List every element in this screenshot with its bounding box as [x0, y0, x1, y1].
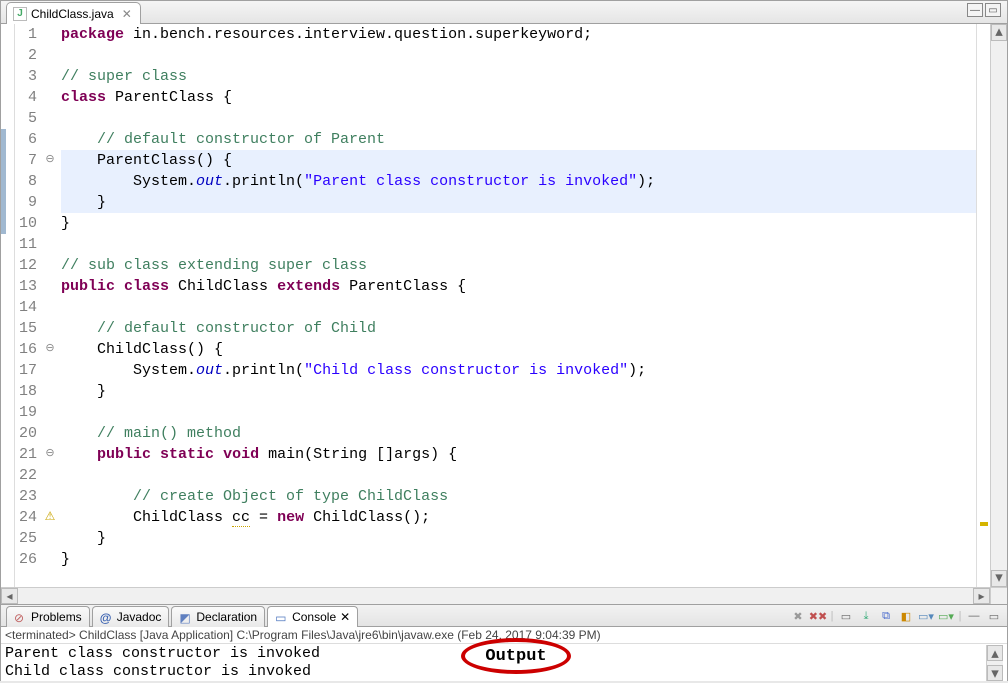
close-icon[interactable]: ✕	[340, 610, 350, 624]
overview-ruler[interactable]	[976, 24, 990, 587]
tab-declaration-label: Declaration	[196, 610, 257, 624]
scroll-down-icon[interactable]: ▾	[987, 665, 1003, 681]
code-area[interactable]: 1234567891011121314151617181920212223242…	[1, 24, 1007, 587]
editor-panel: J ChildClass.java ✕ — ▭ 1234567891011121…	[1, 1, 1007, 605]
declaration-icon	[179, 611, 192, 624]
line-number-column: 1234567891011121314151617181920212223242…	[15, 24, 43, 587]
editor-tab-label: ChildClass.java	[31, 7, 114, 21]
display-selected-icon[interactable]: ◧	[897, 607, 915, 625]
new-console-icon[interactable]: ▭▾	[937, 607, 955, 625]
scroll-up-icon[interactable]: ▴	[991, 24, 1007, 41]
scroll-corner	[990, 588, 1007, 604]
clear-console-icon[interactable]: ▭	[837, 607, 855, 625]
editor-window-controls: — ▭	[967, 3, 1001, 17]
separator: |	[957, 607, 963, 625]
horizontal-scrollbar[interactable]: ◂ ▸	[1, 587, 1007, 604]
editor-tab-bar: J ChildClass.java ✕ — ▭	[1, 1, 1007, 24]
minimize-view-icon[interactable]: —	[965, 607, 983, 625]
editor-tab-childclass[interactable]: J ChildClass.java ✕	[6, 2, 141, 24]
bottom-tab-bar: Problems Javadoc Declaration Console ✕ ✖…	[1, 605, 1007, 627]
code-text[interactable]: package in.bench.resources.interview.que…	[57, 24, 976, 587]
tab-problems[interactable]: Problems	[6, 606, 90, 627]
folding-column: ⊖⊖⊖⚠	[43, 24, 57, 587]
remove-all-icon[interactable]: ✖✖	[809, 607, 827, 625]
scroll-up-icon[interactable]: ▴	[987, 645, 1003, 661]
remove-launch-icon[interactable]: ✖	[789, 607, 807, 625]
scroll-down-icon[interactable]: ▾	[991, 570, 1007, 587]
tab-problems-label: Problems	[31, 610, 82, 624]
maximize-view-icon[interactable]: ▭	[985, 607, 1003, 625]
tab-javadoc-label: Javadoc	[117, 610, 162, 624]
scroll-right-icon[interactable]: ▸	[973, 588, 990, 604]
console-output: Parent class constructor is invoked Chil…	[5, 645, 986, 681]
tab-console[interactable]: Console ✕	[267, 606, 358, 627]
close-icon[interactable]: ✕	[122, 7, 132, 21]
console-vertical-scrollbar[interactable]: ▴ ▾	[986, 645, 1003, 681]
tab-javadoc[interactable]: Javadoc	[92, 606, 170, 627]
tab-declaration[interactable]: Declaration	[171, 606, 265, 627]
tab-console-label: Console	[292, 610, 336, 624]
scroll-track[interactable]	[18, 588, 973, 604]
console-toolbar: ✖ ✖✖ | ▭ ⤓ ⧉ ◧ ▭▾ ▭▾ | — ▭	[789, 607, 1003, 625]
java-file-icon: J	[13, 7, 27, 21]
scroll-lock-icon[interactable]: ⤓	[857, 607, 875, 625]
minimize-button[interactable]: —	[967, 3, 983, 17]
javadoc-icon	[100, 611, 113, 624]
scroll-left-icon[interactable]: ◂	[1, 588, 18, 604]
console-body[interactable]: Parent class constructor is invoked Chil…	[1, 644, 1007, 682]
console-icon	[275, 611, 288, 624]
separator: |	[829, 607, 835, 625]
console-status: <terminated> ChildClass [Java Applicatio…	[1, 627, 1007, 644]
pin-console-icon[interactable]: ⧉	[877, 607, 895, 625]
marker-gutter	[1, 24, 15, 587]
problems-icon	[14, 611, 27, 624]
open-console-icon[interactable]: ▭▾	[917, 607, 935, 625]
vertical-scrollbar[interactable]: ▴ ▾	[990, 24, 1007, 587]
bottom-panel: Problems Javadoc Declaration Console ✕ ✖…	[1, 605, 1007, 681]
maximize-button[interactable]: ▭	[985, 3, 1001, 17]
